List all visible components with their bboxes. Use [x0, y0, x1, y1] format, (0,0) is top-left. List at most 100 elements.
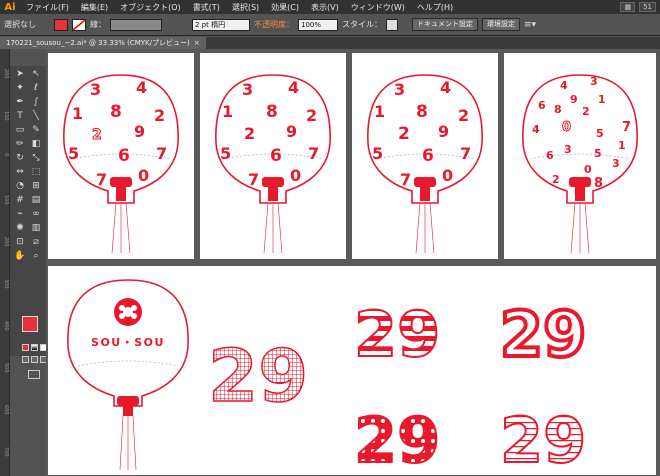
ruler-tick: 600: [3, 405, 9, 415]
rotate-tool-icon[interactable]: ↻: [12, 152, 28, 164]
control-menu-icon[interactable]: ≡▾: [524, 20, 536, 30]
fan-number: 4: [288, 78, 299, 97]
perspective-grid-tool-icon[interactable]: ⊞: [28, 180, 44, 192]
preferences-button[interactable]: 環境設定: [482, 18, 520, 31]
stroke-label: 線：: [90, 20, 106, 29]
arrange-documents-button[interactable]: ▦: [620, 2, 636, 12]
graph-tool-icon[interactable]: ▥: [28, 222, 44, 234]
fan-number: 3: [590, 75, 598, 88]
artboard-1[interactable]: 3 4 1 8 2 2 9 5 6 7 7 0: [48, 53, 194, 259]
fill-color-swatch[interactable]: [22, 316, 38, 332]
fan-number: 8: [594, 176, 603, 191]
fan-number: 5: [594, 147, 602, 160]
document-tab-bar: 170221_sousou_~2.ai* @ 33.33% (CMYK/プレビュ…: [0, 37, 660, 49]
gradient-tool-icon[interactable]: ▤: [28, 194, 44, 206]
artboard-4[interactable]: 4 3 6 9 1 8 2 0 7 4 5 1 3 6 5 3 0 2 8: [504, 53, 656, 259]
blend-tool-icon[interactable]: ∞: [28, 208, 44, 220]
pen-tool-icon[interactable]: ✒: [12, 96, 28, 108]
artboard-3[interactable]: 3 4 1 8 2 2 9 5 6 7 7 0: [352, 53, 498, 259]
mesh-tool-icon[interactable]: #: [12, 194, 28, 206]
document-tab[interactable]: 170221_sousou_~2.ai* @ 33.33% (CMYK/プレビュ…: [0, 37, 206, 49]
menu-object[interactable]: オブジェクト(O): [114, 2, 187, 13]
close-icon[interactable]: ×: [194, 37, 200, 49]
control-bar: 選択なし 線： 2 pt 楕円 不透明度： 100% スタイル： ドキュメント設…: [0, 14, 660, 36]
menu-help[interactable]: ヘルプ(H): [411, 2, 459, 13]
scale-tool-icon[interactable]: ⤡: [28, 152, 44, 164]
selection-tool-icon[interactable]: ➤: [12, 68, 28, 80]
fan-number: 7: [460, 144, 471, 163]
fan-number: 2: [398, 124, 410, 144]
fan-number: 0: [584, 163, 592, 176]
opacity-label[interactable]: 不透明度：: [254, 19, 294, 30]
menu-edit[interactable]: 編集(E): [75, 2, 114, 13]
fan-number: 3: [394, 80, 405, 99]
curvature-tool-icon[interactable]: ∫: [28, 96, 44, 108]
uchiwa-fan-illustration: 3 4 1 8 2 2 9 5 6 7 7 0: [215, 74, 331, 254]
zoom-indicator[interactable]: 51: [639, 2, 656, 12]
menu-view[interactable]: 表示(V): [305, 2, 345, 13]
fan-number: 6: [546, 149, 554, 162]
uchiwa-fan-illustration: 3 4 1 8 2 2 9 5 6 7 7 0: [63, 74, 179, 254]
fan-number: 4: [136, 78, 147, 97]
line-tool-icon[interactable]: ╲: [28, 110, 44, 122]
menu-file[interactable]: ファイル(F): [20, 2, 75, 13]
gingham-29-numeral: 29: [208, 334, 308, 418]
sousou-uchiwa: SOU・SOU: [67, 279, 189, 471]
artboard-5[interactable]: SOU・SOU 29 29 29 29 29: [48, 266, 656, 475]
fan-number: 5: [372, 144, 383, 163]
menu-type[interactable]: 書式(T): [187, 2, 226, 13]
stroke-profile-field[interactable]: 2 pt 楕円: [192, 18, 250, 31]
lasso-tool-icon[interactable]: ℓ: [28, 82, 44, 94]
fan-number: 9: [438, 122, 449, 141]
style-swatch[interactable]: [386, 18, 398, 31]
menu-select[interactable]: 選択(S): [226, 2, 265, 13]
fan-number: 2: [582, 105, 590, 118]
paintbrush-tool-icon[interactable]: ✎: [28, 124, 44, 136]
fan-number: 8: [554, 103, 562, 116]
fan-number: 5: [220, 144, 231, 163]
shape-builder-tool-icon[interactable]: ◔: [12, 180, 28, 192]
draw-mode-icons[interactable]: [22, 356, 48, 364]
canvas-area[interactable]: 3 4 1 8 2 2 9 5 6 7 7 0 3 4 1 8 2 2 9 5 …: [46, 49, 660, 476]
fan-number: 6: [422, 146, 434, 166]
uchiwa-fan-illustration: 4 3 6 9 1 8 2 0 7 4 5 1 3 6 5 3 0 2 8: [522, 74, 638, 254]
direct-selection-tool-icon[interactable]: ↖: [28, 68, 44, 80]
artboard-2[interactable]: 3 4 1 8 2 2 9 5 6 7 7 0: [200, 53, 346, 259]
fan-number: 2: [244, 124, 255, 143]
type-tool-icon[interactable]: T: [12, 110, 28, 122]
hand-tool-icon[interactable]: ✋: [12, 250, 28, 262]
fill-swatch[interactable]: [54, 18, 68, 31]
fan-number: 5: [68, 144, 79, 163]
magic-wand-tool-icon[interactable]: ✦: [12, 82, 28, 94]
eyedropper-tool-icon[interactable]: ⌁: [12, 208, 28, 220]
fan-number: 7: [622, 120, 631, 135]
app-logo: Ai: [4, 1, 16, 13]
ruler-tick: 100: [3, 195, 9, 205]
document-tab-title: 170221_sousou_~2.ai* @ 33.33% (CMYK/プレビュ…: [6, 39, 190, 47]
stroke-weight-field[interactable]: [110, 18, 162, 31]
fan-number: 2: [458, 106, 469, 125]
symbol-sprayer-tool-icon[interactable]: ✺: [12, 222, 28, 234]
opacity-field[interactable]: 100%: [298, 18, 338, 31]
pencil-tool-icon[interactable]: ✏: [12, 138, 28, 150]
fan-number: 9: [134, 122, 145, 141]
document-setup-button[interactable]: ドキュメント設定: [412, 18, 478, 31]
zoom-tool-icon[interactable]: ⌕: [28, 250, 44, 262]
color-mode-icons[interactable]: [22, 344, 48, 352]
menu-effect[interactable]: 効果(C): [265, 2, 305, 13]
menu-window[interactable]: ウィンドウ(W): [345, 2, 411, 13]
outline-29-numeral: 29: [500, 298, 586, 371]
rectangle-tool-icon[interactable]: ▭: [12, 124, 28, 136]
fan-number: 1: [72, 104, 83, 123]
screen-mode-icon[interactable]: [28, 370, 40, 379]
stroke-swatch[interactable]: [72, 18, 86, 31]
slice-tool-icon[interactable]: ⧄: [28, 236, 44, 248]
fan-number: 1: [598, 93, 606, 106]
free-transform-tool-icon[interactable]: ⬚: [28, 166, 44, 178]
width-tool-icon[interactable]: ⇔: [12, 166, 28, 178]
artboard-tool-icon[interactable]: ⊡: [12, 236, 28, 248]
fan-number: 6: [118, 146, 130, 166]
eraser-tool-icon[interactable]: ◧: [28, 138, 44, 150]
fan-number: 7: [156, 144, 167, 163]
fan-number: 2: [306, 106, 317, 125]
